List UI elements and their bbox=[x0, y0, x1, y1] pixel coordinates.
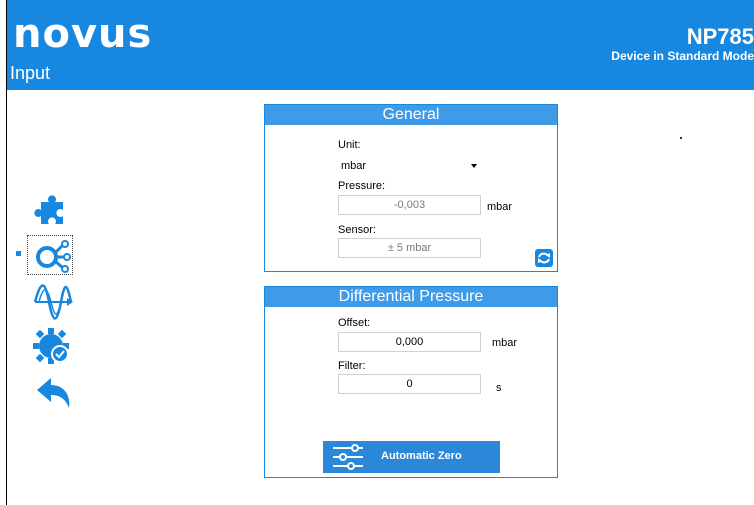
filter-unit: s bbox=[496, 382, 502, 394]
nav-selected-indicator bbox=[16, 251, 21, 256]
sensor-label: Sensor: bbox=[338, 224, 376, 236]
differential-pressure-panel: Differential Pressure Offset: 0,000 mbar… bbox=[264, 286, 558, 478]
offset-unit: mbar bbox=[492, 337, 518, 349]
page-title: Input bbox=[10, 63, 51, 83]
offset-label: Offset: bbox=[338, 317, 371, 329]
gear-check-icon[interactable] bbox=[33, 326, 73, 366]
chevron-down-icon bbox=[471, 164, 477, 168]
stray-dot bbox=[680, 137, 682, 139]
automatic-zero-label: Automatic Zero bbox=[381, 450, 462, 462]
unit-select[interactable]: mbar bbox=[338, 157, 482, 175]
device-mode: Device in Standard Mode bbox=[611, 49, 754, 63]
refresh-icon bbox=[538, 252, 550, 264]
pressure-label: Pressure: bbox=[338, 180, 386, 192]
unit-label: Unit: bbox=[338, 139, 361, 151]
refresh-button[interactable] bbox=[535, 249, 553, 267]
pressure-field: -0,003 bbox=[338, 195, 481, 215]
back-arrow-icon[interactable] bbox=[33, 372, 73, 412]
filter-label: Filter: bbox=[338, 360, 366, 372]
general-panel: General Unit: mbar Pressure: -0,003 mbar… bbox=[264, 104, 558, 272]
puzzle-icon[interactable] bbox=[33, 190, 73, 230]
header-bar: novus Input NP785 Device in Standard Mod… bbox=[7, 0, 754, 90]
waveform-icon[interactable] bbox=[33, 280, 73, 320]
input-sensor-icon[interactable] bbox=[33, 235, 73, 275]
filter-input[interactable]: 0 bbox=[338, 374, 481, 394]
pressure-unit: mbar bbox=[487, 201, 513, 213]
automatic-zero-button[interactable]: Automatic Zero bbox=[323, 441, 500, 473]
sliders-icon bbox=[333, 444, 363, 470]
unit-select-value: mbar bbox=[341, 160, 367, 172]
sensor-field: ± 5 mbar bbox=[338, 238, 481, 258]
offset-input[interactable]: 0,000 bbox=[338, 332, 481, 352]
device-model: NP785 bbox=[686, 24, 754, 49]
novus-logo: novus bbox=[13, 11, 153, 57]
general-panel-title: General bbox=[265, 105, 557, 125]
differential-panel-title: Differential Pressure bbox=[265, 287, 557, 307]
